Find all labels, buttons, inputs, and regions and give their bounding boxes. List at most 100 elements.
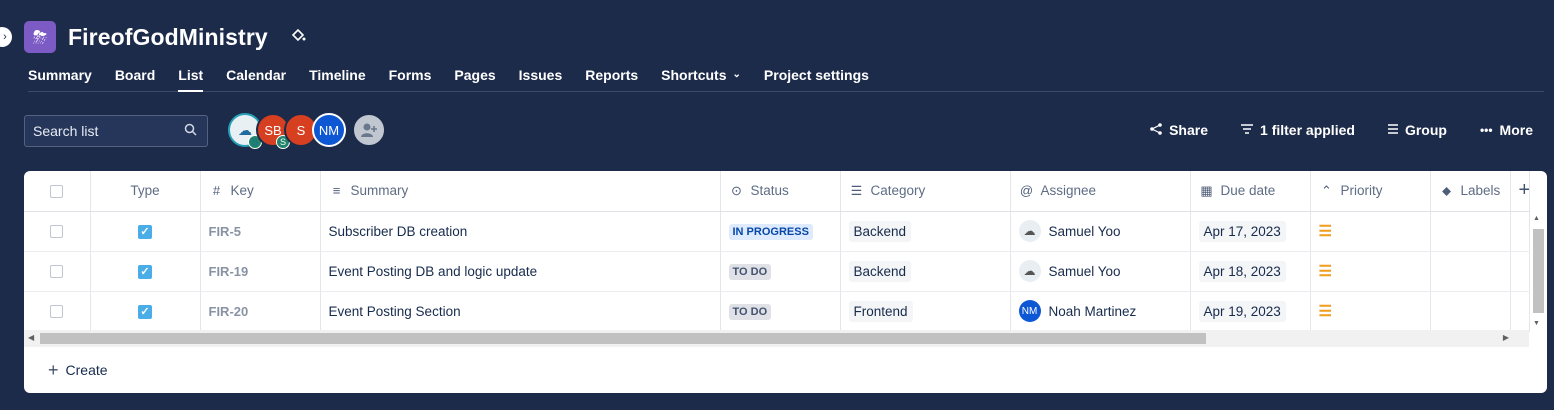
filter-button[interactable]: 1 filter applied xyxy=(1241,122,1355,138)
horizontal-scrollbar[interactable]: ◀ ▶ xyxy=(24,330,1529,347)
scroll-down-arrow-icon[interactable]: ▼ xyxy=(1533,320,1540,327)
priority-cell[interactable]: ☰ xyxy=(1310,211,1431,252)
row-checkbox[interactable] xyxy=(24,251,91,292)
create-issue-button[interactable]: + Create xyxy=(48,361,108,379)
search-icon xyxy=(184,123,197,139)
tab-board[interactable]: Board xyxy=(115,60,155,91)
lines-icon: ≡ xyxy=(332,183,341,199)
due-date-chip: Apr 17, 2023 xyxy=(1198,220,1286,242)
column-header-due-date[interactable]: ▦ Due date xyxy=(1190,171,1311,212)
scroll-right-arrow-icon[interactable]: ▶ xyxy=(1503,333,1509,342)
column-header-labels[interactable]: ⬥ Labels xyxy=(1430,171,1511,212)
tab-pages[interactable]: Pages xyxy=(454,60,495,91)
avatar: NM xyxy=(1018,300,1041,322)
issue-key[interactable]: FIR-5 xyxy=(200,211,321,252)
row-checkbox[interactable] xyxy=(24,211,91,252)
share-button[interactable]: Share xyxy=(1150,122,1208,138)
team-avatars: ☁ S SB S S NM xyxy=(228,113,386,149)
priority-medium-icon: ☰ xyxy=(1318,303,1332,320)
status-badge[interactable]: TO DO xyxy=(728,263,772,280)
issue-summary[interactable]: Subscriber DB creation xyxy=(320,211,721,252)
due-date-chip: Apr 19, 2023 xyxy=(1198,300,1286,322)
priority-chevron-icon: ⌃ xyxy=(1321,182,1332,198)
scrollbar-thumb[interactable] xyxy=(1533,229,1544,313)
scroll-up-arrow-icon[interactable]: ▲ xyxy=(1533,215,1540,222)
category-chip: Backend xyxy=(848,260,912,282)
add-people-icon[interactable] xyxy=(352,113,386,147)
select-all-checkbox[interactable] xyxy=(24,171,91,212)
project-tabs: Summary Board List Calendar Timeline For… xyxy=(28,60,1544,92)
table-header-row: Type # Key ≡ Summary ⊙ Status ☰ Category @ As… xyxy=(24,171,1530,212)
due-date-cell[interactable]: Apr 18, 2023 xyxy=(1190,251,1311,292)
project-header: ⛈ FireofGodMinistry xyxy=(24,20,306,54)
labels-cell[interactable] xyxy=(1430,251,1511,292)
table-row[interactable]: ✓ FIR-19 Event Posting DB and logic upda… xyxy=(24,251,1530,292)
due-date-cell[interactable]: Apr 17, 2023 xyxy=(1190,211,1311,252)
priority-cell[interactable]: ☰ xyxy=(1310,251,1431,292)
list-table-panel: Type # Key ≡ Summary ⊙ Status ☰ Category @ As… xyxy=(24,171,1547,393)
column-header-assignee[interactable]: @ Assignee xyxy=(1010,171,1191,212)
search-list-input[interactable]: Search list xyxy=(24,115,208,147)
at-icon: @ xyxy=(1019,183,1034,199)
column-header-key[interactable]: # Key xyxy=(200,171,321,212)
type-cell: ✓ xyxy=(90,291,201,332)
tab-forms[interactable]: Forms xyxy=(389,60,432,91)
column-header-category[interactable]: ☰ Category xyxy=(840,171,1011,212)
priority-medium-icon: ☰ xyxy=(1318,263,1332,280)
priority-medium-icon: ☰ xyxy=(1318,223,1332,240)
column-header-priority[interactable]: ⌃ Priority xyxy=(1310,171,1431,212)
status-badge[interactable]: TO DO xyxy=(728,303,772,320)
tab-timeline[interactable]: Timeline xyxy=(309,60,366,91)
more-button[interactable]: ••• More xyxy=(1480,122,1533,138)
column-header-type[interactable]: Type xyxy=(90,171,201,212)
category-chip: Frontend xyxy=(848,300,913,322)
group-button[interactable]: Group xyxy=(1387,122,1447,138)
status-cell[interactable]: IN PROGRESS xyxy=(720,211,841,252)
scrollbar-thumb[interactable] xyxy=(40,333,1206,344)
assignee-cell[interactable]: ☁ Samuel Yoo xyxy=(1010,211,1191,252)
assignee-cell[interactable]: NM Noah Martinez xyxy=(1010,291,1191,332)
tab-calendar[interactable]: Calendar xyxy=(226,60,286,91)
category-cell[interactable]: Frontend xyxy=(840,291,1011,332)
status-cell[interactable]: TO DO xyxy=(720,251,841,292)
status-cell[interactable]: TO DO xyxy=(720,291,841,332)
row-checkbox[interactable] xyxy=(24,291,91,332)
type-cell: ✓ xyxy=(90,211,201,252)
labels-cell[interactable] xyxy=(1430,211,1511,252)
list-icon: ☰ xyxy=(850,182,863,198)
paint-bucket-icon[interactable] xyxy=(290,27,306,48)
category-cell[interactable]: Backend xyxy=(840,211,1011,252)
issue-summary[interactable]: Event Posting DB and logic update xyxy=(320,251,721,292)
type-cell: ✓ xyxy=(90,251,201,292)
due-date-cell[interactable]: Apr 19, 2023 xyxy=(1190,291,1311,332)
hash-icon: # xyxy=(212,183,221,199)
add-column-button[interactable]: + xyxy=(1510,171,1530,212)
table-row[interactable]: ✓ FIR-20 Event Posting Section TO DO Fro… xyxy=(24,291,1530,332)
column-header-summary[interactable]: ≡ Summary xyxy=(320,171,721,212)
tab-shortcuts[interactable]: Shortcuts ⌄ xyxy=(661,60,741,91)
vertical-scrollbar[interactable]: ▲ ▼ xyxy=(1531,213,1545,329)
table-row[interactable]: ✓ FIR-5 Subscriber DB creation IN PROGRE… xyxy=(24,211,1530,252)
project-title: FireofGodMinistry xyxy=(68,23,268,50)
column-header-status[interactable]: ⊙ Status xyxy=(720,171,841,212)
issue-key[interactable]: FIR-20 xyxy=(200,291,321,332)
chevron-down-icon: ⌄ xyxy=(732,69,741,80)
project-avatar-icon: ⛈ xyxy=(24,21,56,53)
category-chip: Backend xyxy=(848,220,912,242)
scroll-left-arrow-icon[interactable]: ◀ xyxy=(28,333,34,342)
avatar[interactable]: NM xyxy=(312,113,346,147)
category-cell[interactable]: Backend xyxy=(840,251,1011,292)
issue-key[interactable]: FIR-19 xyxy=(200,251,321,292)
issue-summary[interactable]: Event Posting Section xyxy=(320,291,721,332)
sidebar-expand-button[interactable]: › xyxy=(0,27,12,47)
tab-project-settings[interactable]: Project settings xyxy=(764,60,869,91)
tab-list[interactable]: List xyxy=(178,60,203,92)
assignee-cell[interactable]: ☁ Samuel Yoo xyxy=(1010,251,1191,292)
labels-cell[interactable] xyxy=(1430,291,1511,332)
tab-reports[interactable]: Reports xyxy=(585,60,638,91)
tab-issues[interactable]: Issues xyxy=(519,60,563,91)
share-icon xyxy=(1150,122,1162,138)
priority-cell[interactable]: ☰ xyxy=(1310,291,1431,332)
tab-summary[interactable]: Summary xyxy=(28,60,92,91)
status-badge[interactable]: IN PROGRESS xyxy=(728,223,813,240)
